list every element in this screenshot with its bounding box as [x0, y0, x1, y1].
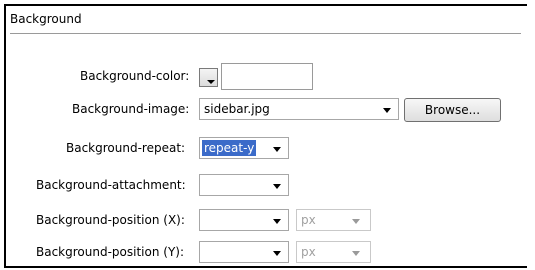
background-position-x-select[interactable]: [199, 209, 289, 231]
background-image-label: Background-image:: [72, 102, 190, 116]
dropdown-arrow-icon: [273, 184, 281, 189]
background-repeat-value: repeat-y: [202, 140, 257, 156]
dropdown-arrow-icon: [273, 219, 281, 224]
dropdown-arrow-icon: [383, 108, 391, 113]
dropdown-arrow-icon: [352, 251, 360, 256]
chevron-down-icon: [207, 80, 215, 84]
position-y-unit-select[interactable]: px: [296, 241, 371, 263]
color-swatch-button[interactable]: [199, 68, 218, 87]
background-repeat-label: Background-repeat:: [66, 141, 186, 155]
background-position-y-select[interactable]: [199, 241, 289, 263]
position-x-unit-select[interactable]: px: [296, 209, 371, 231]
dropdown-arrow-icon: [273, 147, 281, 152]
background-position-x-label: Background-position (X):: [36, 213, 185, 227]
browse-button[interactable]: Browse...: [404, 98, 501, 122]
background-attachment-label: Background-attachment:: [36, 178, 186, 192]
section-divider: [10, 33, 521, 34]
background-attachment-select[interactable]: [199, 174, 289, 196]
background-panel: Background Background-color: Background-…: [4, 4, 527, 268]
section-title: Background: [10, 12, 82, 26]
dropdown-arrow-icon: [352, 219, 360, 224]
background-position-y-label: Background-position (Y):: [36, 245, 185, 259]
background-color-input[interactable]: [221, 63, 313, 90]
background-image-select[interactable]: sidebar.jpg: [199, 98, 399, 120]
background-image-value: sidebar.jpg: [204, 102, 270, 116]
background-repeat-select[interactable]: repeat-y: [199, 137, 289, 159]
background-color-label: Background-color:: [80, 69, 190, 83]
dropdown-arrow-icon: [273, 251, 281, 256]
